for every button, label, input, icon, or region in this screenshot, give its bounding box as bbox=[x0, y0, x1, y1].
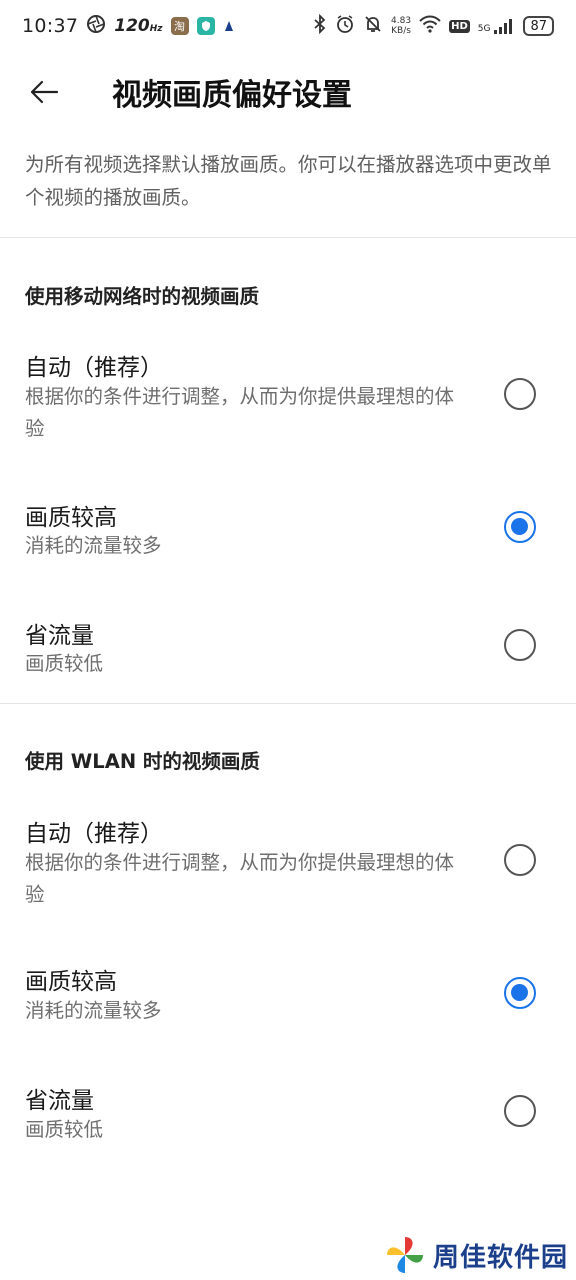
alarm-icon bbox=[335, 14, 355, 39]
section-title-wlan: 使用 WLAN 时的视频画质 bbox=[25, 750, 260, 773]
cellular-signal: 5G bbox=[478, 18, 516, 34]
refresh-rate: 120Hz bbox=[114, 16, 162, 36]
mute-bell-icon bbox=[363, 14, 383, 39]
notification-icon bbox=[223, 16, 235, 37]
option-mobile-high[interactable]: 画质较高 消耗的流量较多 bbox=[0, 478, 576, 578]
option-title: 省流量 bbox=[25, 623, 94, 649]
taobao-app-icon: 淘 bbox=[170, 17, 189, 35]
option-title: 自动（推荐） bbox=[25, 821, 163, 847]
radio-mobile-saver[interactable] bbox=[504, 629, 536, 661]
pinwheel-logo-icon bbox=[387, 1237, 423, 1273]
radio-mobile-auto[interactable] bbox=[504, 378, 536, 410]
watermark-text: 周佳软件园 bbox=[433, 1242, 569, 1273]
option-wlan-high[interactable]: 画质较高 消耗的流量较多 bbox=[0, 944, 576, 1044]
network-speed-value: 4.83 bbox=[391, 16, 412, 26]
option-description: 根据你的条件进行调整，从而为你提供最理想的体验 bbox=[25, 385, 455, 440]
wifi-icon bbox=[419, 15, 441, 38]
option-title: 自动（推荐） bbox=[25, 355, 163, 381]
radio-wlan-auto[interactable] bbox=[504, 844, 536, 876]
option-description: 根据你的条件进行调整，从而为你提供最理想的体验 bbox=[25, 851, 455, 906]
option-description: 画质较低 bbox=[25, 652, 104, 675]
radio-mobile-high[interactable] bbox=[504, 511, 536, 543]
network-speed-unit: KB/s bbox=[391, 26, 411, 36]
option-mobile-auto[interactable]: 自动（推荐） 根据你的条件进行调整，从而为你提供最理想的体验 bbox=[0, 330, 576, 458]
refresh-rate-unit: Hz bbox=[149, 24, 163, 34]
radio-wlan-saver[interactable] bbox=[504, 1095, 536, 1127]
aperture-icon bbox=[86, 14, 106, 39]
signal-bars-icon bbox=[494, 19, 513, 34]
intro-text: 为所有视频选择默认播放画质。你可以在播放器选项中更改单个视频的播放画质。 bbox=[25, 153, 552, 209]
option-description: 消耗的流量较多 bbox=[25, 534, 162, 557]
watermark: 周佳软件园 bbox=[383, 1232, 568, 1278]
bluetooth-icon bbox=[313, 13, 327, 39]
hd-badge: HD bbox=[449, 19, 470, 33]
option-wlan-saver[interactable]: 省流量 画质较低 bbox=[0, 1064, 576, 1164]
section-title-mobile: 使用移动网络时的视频画质 bbox=[25, 285, 260, 308]
arrow-left-icon bbox=[30, 80, 59, 104]
radio-wlan-high[interactable] bbox=[504, 977, 536, 1009]
status-time: 10:37 bbox=[22, 15, 79, 37]
app-bar: 视频画质偏好设置 bbox=[0, 52, 576, 132]
page-title: 视频画质偏好设置 bbox=[112, 78, 352, 113]
option-mobile-saver[interactable]: 省流量 画质较低 bbox=[0, 598, 576, 698]
option-description: 消耗的流量较多 bbox=[25, 999, 162, 1022]
divider bbox=[0, 237, 576, 238]
refresh-rate-value: 120 bbox=[114, 16, 150, 36]
option-description: 画质较低 bbox=[25, 1118, 104, 1141]
option-title: 省流量 bbox=[25, 1088, 94, 1114]
option-wlan-auto[interactable]: 自动（推荐） 根据你的条件进行调整，从而为你提供最理想的体验 bbox=[0, 796, 576, 924]
network-speed: 4.83 KB/s bbox=[391, 16, 411, 36]
status-bar: 10:37 120Hz 淘 4.83 KB/s HD 5G 87 bbox=[0, 0, 576, 52]
option-title: 画质较高 bbox=[25, 505, 117, 531]
shield-app-icon bbox=[196, 17, 215, 35]
network-type: 5G bbox=[477, 24, 491, 34]
option-title: 画质较高 bbox=[25, 969, 117, 995]
back-button[interactable] bbox=[22, 70, 66, 114]
divider bbox=[0, 703, 576, 704]
battery-indicator: 87 bbox=[523, 16, 554, 36]
